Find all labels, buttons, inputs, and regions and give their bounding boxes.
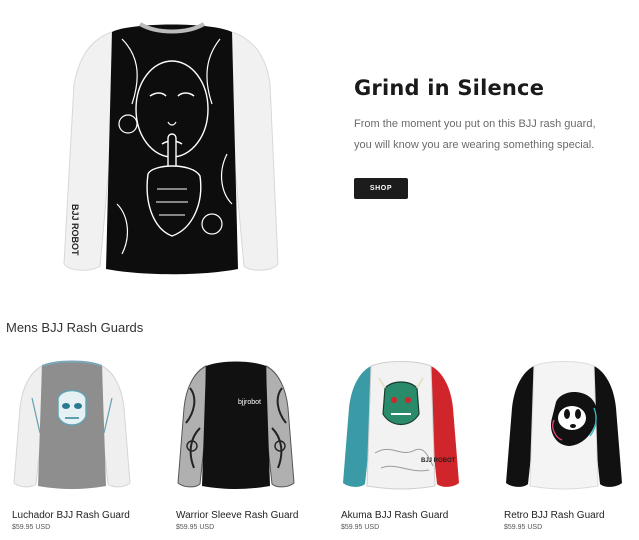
product-name[interactable]: Warrior Sleeve Rash Guard [176, 510, 298, 521]
akuma-rash-guard-image[interactable]: BJJ ROBOT [341, 358, 461, 490]
product-name[interactable]: Luchador BJJ Rash Guard [12, 510, 130, 521]
luchador-rash-guard-image[interactable] [12, 358, 132, 490]
warrior-sleeve-rash-guard-image[interactable]: bjjrobot [176, 358, 296, 490]
product-card[interactable]: BJJ ROBOT Akuma BJJ Rash Guard $59.95 US… [341, 358, 461, 531]
retro-rash-guard-image[interactable] [504, 358, 624, 490]
product-price: $59.95 USD [12, 524, 51, 531]
shop-button[interactable]: SHOP [354, 178, 408, 199]
hero-product-image[interactable]: BJJ ROBOT [62, 14, 282, 276]
warrior-brand-mark: bjjrobot [238, 399, 261, 406]
hero-rash-guard-illustration: BJJ ROBOT [63, 22, 279, 275]
hero-copy: Grind in Silence From the moment you put… [354, 76, 624, 156]
hero-title: Grind in Silence [354, 76, 545, 100]
product-card[interactable]: Retro BJJ Rash Guard $59.95 USD [504, 358, 624, 531]
product-price: $59.95 USD [341, 524, 380, 531]
akuma-brand-mark: BJJ ROBOT [421, 458, 456, 464]
product-name[interactable]: Akuma BJJ Rash Guard [341, 510, 448, 521]
product-card[interactable]: bjjrobot Warrior Sleeve Rash Guard $59.9… [176, 358, 298, 531]
product-price: $59.95 USD [176, 524, 215, 531]
product-price: $59.95 USD [504, 524, 543, 531]
section-heading: Mens BJJ Rash Guards [6, 320, 144, 335]
hero-description: From the moment you put on this BJJ rash… [354, 118, 596, 151]
sleeve-brand-text: BJJ ROBOT [70, 204, 80, 256]
product-card[interactable]: Luchador BJJ Rash Guard $59.95 USD [12, 358, 132, 531]
product-name[interactable]: Retro BJJ Rash Guard [504, 510, 605, 521]
